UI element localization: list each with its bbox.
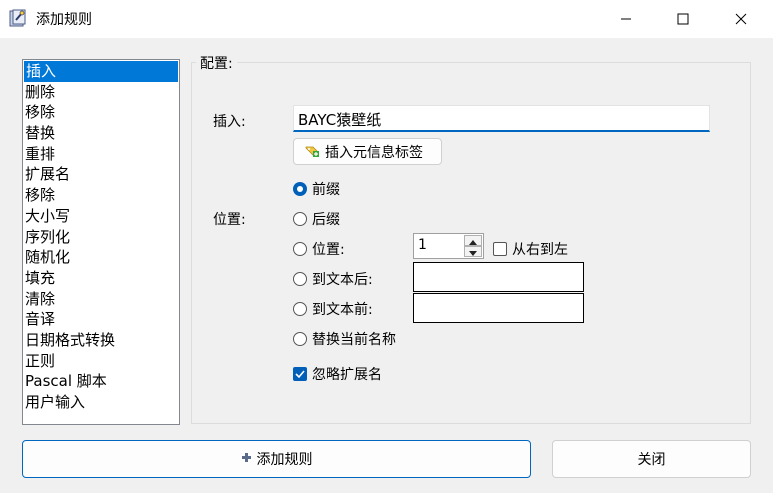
title-bar [0,0,773,38]
radio-before-text[interactable]: 到文本前: [293,299,373,319]
rule-type-list[interactable]: 插入 删除 移除 替换 重排 扩展名 移除 大小写 序列化 随机化 填充 清除 音译 日期格式转换 正则 Pa… [22,59,180,425]
close-icon [735,13,747,25]
close-button[interactable]: 关闭 [552,440,751,478]
insert-label: 插入: [213,114,246,130]
rule-list-item[interactable]: Pascal 脚本 [23,371,179,392]
radio-prefix-label: 前缀 [312,182,340,198]
window-title: 添加规则 [36,12,92,28]
radio-after-text[interactable]: 到文本后: [293,269,373,289]
rule-list-item[interactable]: 序列化 [23,227,179,248]
radio-suffix-label: 后缀 [312,212,340,228]
rule-list-item[interactable]: 音译 [23,309,179,330]
rule-list-item[interactable]: 正则 [23,351,179,372]
radio-after-text-button[interactable] [293,272,307,286]
radio-position-button[interactable] [293,242,307,256]
plus-icon [241,451,252,467]
position-label: 位置: [213,212,246,228]
right-to-left-label: 从右到左 [512,242,568,258]
position-spinner-value[interactable]: 1 [418,237,427,253]
add-rule-button[interactable]: 添加规则 [22,440,531,478]
rule-list-item[interactable]: 日期格式转换 [23,330,179,351]
ignore-extension-checkbox[interactable]: 忽略扩展名 [293,364,382,384]
rule-list-item[interactable]: 清除 [23,289,179,310]
rule-list-item[interactable]: 替换 [23,123,179,144]
rule-list-item[interactable]: 删除 [23,82,179,103]
spin-down-button[interactable] [464,246,482,257]
minimize-button[interactable] [603,0,649,38]
close-window-button[interactable] [718,0,764,38]
maximize-icon [677,13,689,25]
rule-list-item[interactable]: 重排 [23,144,179,165]
rule-list-item[interactable]: 填充 [23,268,179,289]
radio-suffix-button[interactable] [293,212,307,226]
close-label: 关闭 [637,452,666,468]
insert-meta-tag-button[interactable]: 插入元信息标签 [293,138,442,165]
radio-before-text-label: 到文本前: [312,302,373,318]
position-spinner[interactable]: 1 [413,233,484,259]
right-to-left-box[interactable] [493,242,507,256]
maximize-button[interactable] [660,0,706,38]
radio-suffix[interactable]: 后缀 [293,209,340,229]
app-icon [8,8,28,28]
check-icon [295,370,305,379]
config-group-label: 配置: [196,53,237,73]
radio-before-text-button[interactable] [293,302,307,316]
radio-after-text-label: 到文本后: [312,272,373,288]
right-to-left-checkbox[interactable]: 从右到左 [493,239,568,259]
meta-tag-icon [304,142,320,162]
rule-list-item[interactable]: 用户输入 [23,392,179,413]
radio-position[interactable]: 位置: [293,239,345,259]
insert-text-input[interactable]: BAYC猿壁纸 [293,105,710,132]
radio-replace-name-button[interactable] [293,332,307,346]
ignore-extension-label: 忽略扩展名 [312,367,382,383]
radio-prefix-button[interactable] [293,182,307,196]
add-rule-label: 添加规则 [256,452,313,468]
minimize-icon [620,13,632,25]
radio-replace-name[interactable]: 替换当前名称 [293,329,396,349]
after-text-input[interactable] [413,262,584,292]
rule-list-item[interactable]: 随机化 [23,247,179,268]
radio-replace-name-label: 替换当前名称 [312,332,396,348]
radio-prefix[interactable]: 前缀 [293,179,340,199]
rule-list-item[interactable]: 大小写 [23,206,179,227]
radio-position-label: 位置: [312,242,345,258]
before-text-input[interactable] [413,293,584,323]
rule-list-item[interactable]: 扩展名 [23,164,179,185]
ignore-extension-box[interactable] [293,367,307,381]
rule-list-item[interactable]: 插入 [24,61,178,82]
rule-list-item[interactable]: 移除 [23,102,179,123]
rule-list-item[interactable]: 移除 [23,185,179,206]
insert-meta-tag-label: 插入元信息标签 [325,144,423,161]
caret-down-icon [469,244,477,260]
